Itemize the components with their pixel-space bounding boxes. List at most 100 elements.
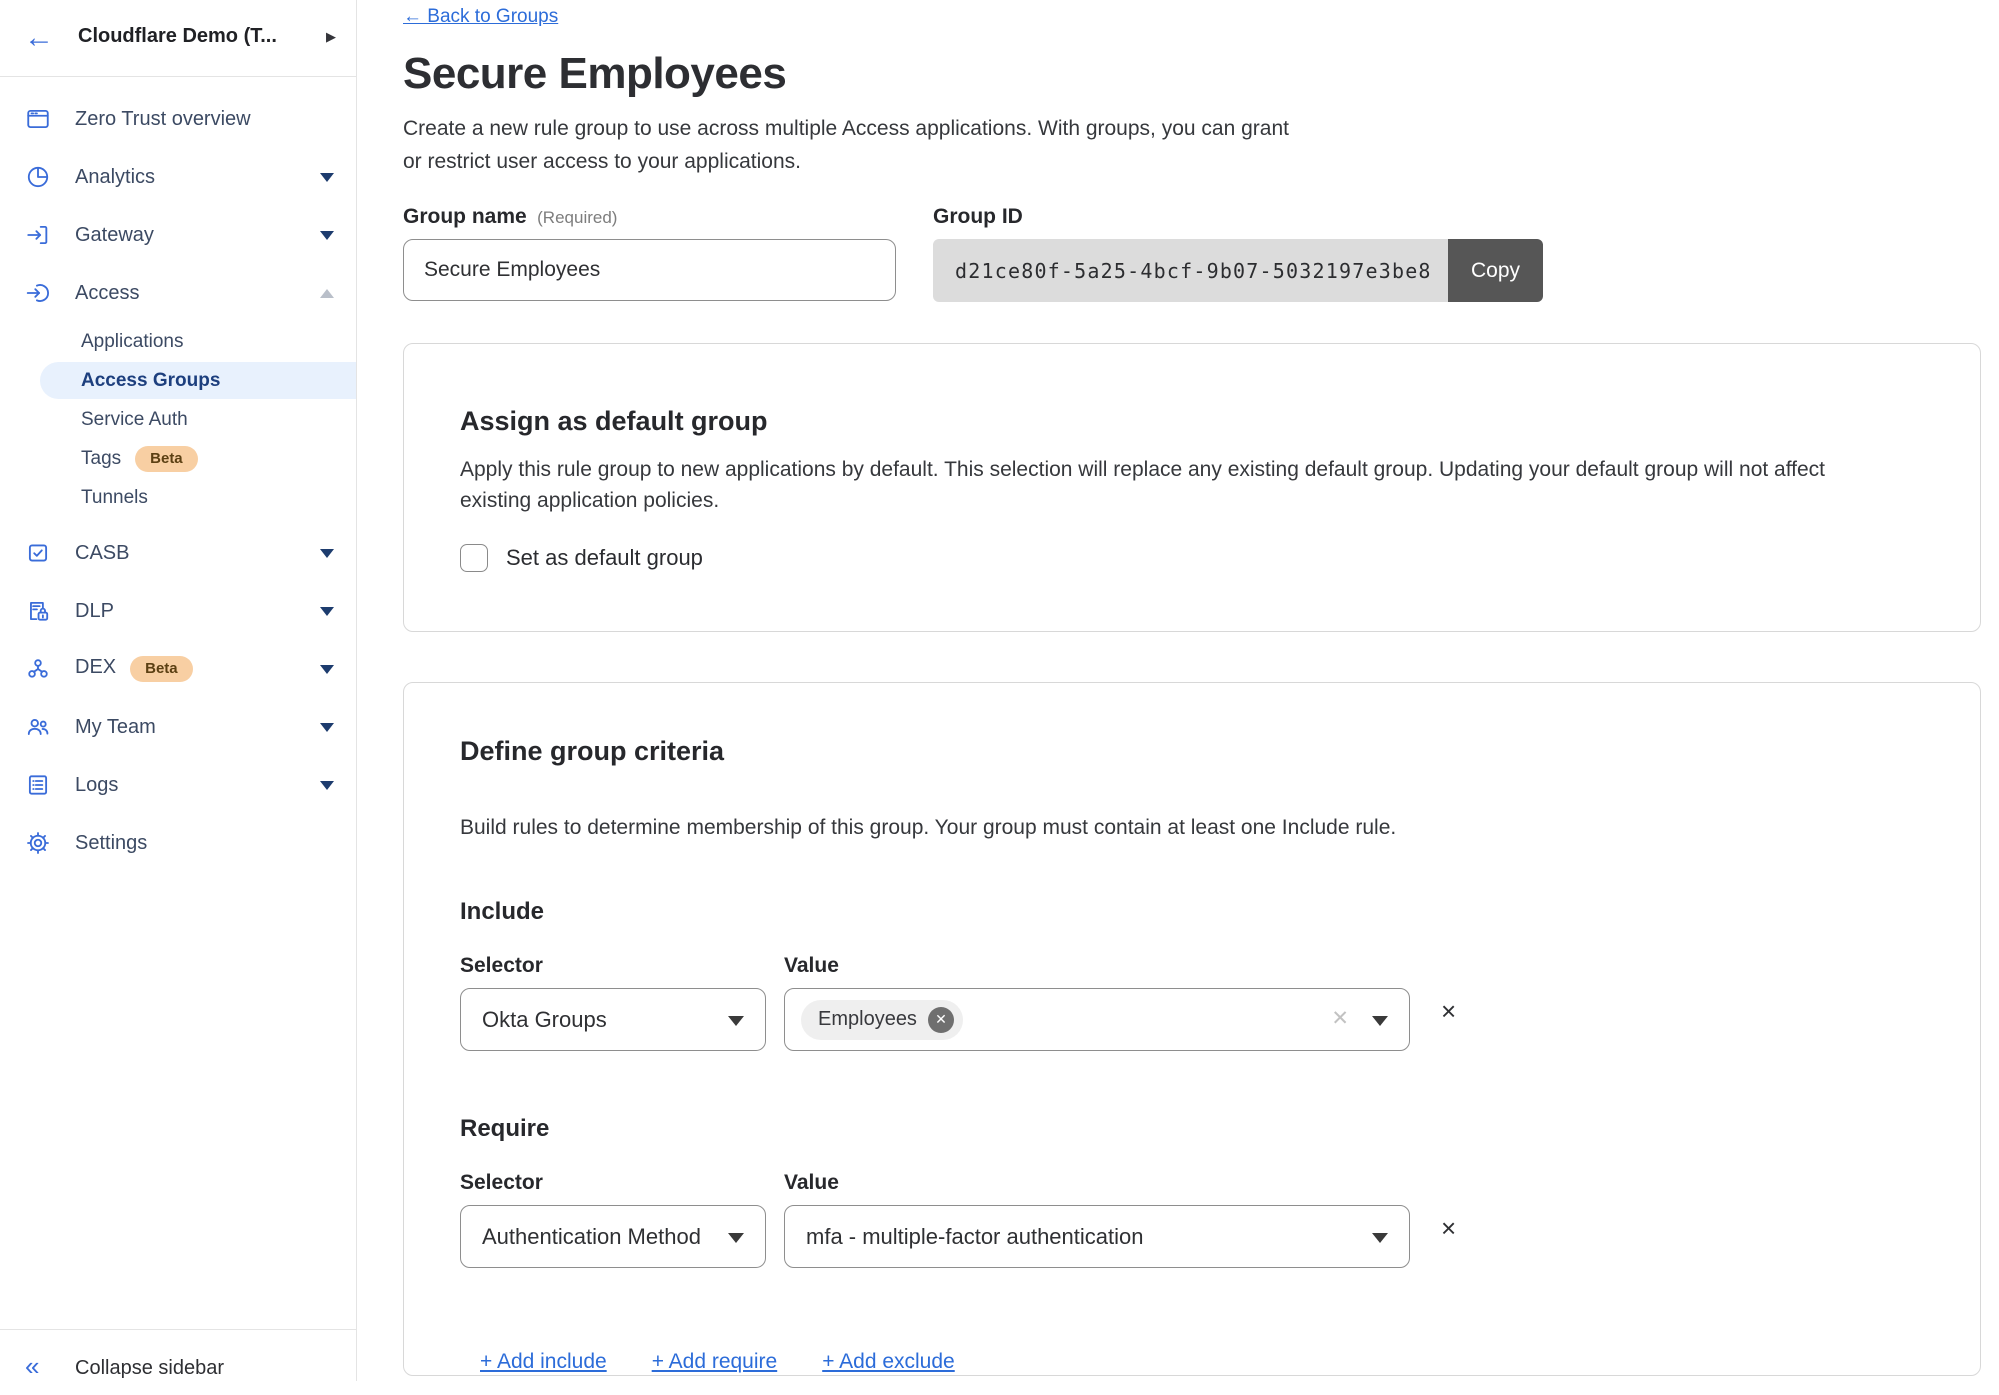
sidebar-item-label: DLP — [75, 600, 114, 623]
chevron-down-icon[interactable] — [320, 665, 334, 674]
account-title[interactable]: Cloudflare Demo (T... — [78, 25, 277, 48]
require-heading: Require — [460, 1115, 1924, 1143]
sidebar-item-access-groups[interactable]: Access Groups — [0, 361, 356, 400]
checkbox-label: Set as default group — [506, 545, 703, 571]
dex-icon — [25, 656, 51, 682]
sidebar-item-label: Gateway — [75, 224, 154, 247]
group-id-field: Group ID d21ce80f-5a25-4bcf-9b07-5032197… — [933, 205, 1543, 302]
card-title: Assign as default group — [460, 406, 1924, 436]
sidebar-subitem-label: Applications — [81, 331, 183, 353]
sidebar-item-analytics[interactable]: Analytics — [0, 148, 356, 206]
sidebar: ← Cloudflare Demo (T... ▶ Zero Trust ove… — [0, 0, 357, 1381]
group-id-value: d21ce80f-5a25-4bcf-9b07-5032197e3be8 — [933, 239, 1448, 302]
beta-badge: Beta — [130, 656, 193, 682]
required-hint: (Required) — [537, 208, 617, 227]
sidebar-item-tags[interactable]: TagsBeta — [0, 439, 356, 478]
sidebar-item-label: CASB — [75, 542, 129, 565]
team-icon — [25, 714, 51, 740]
define-group-criteria-card: Define group criteria Build rules to det… — [403, 682, 1981, 1376]
selected-option: mfa - multiple-factor authentication — [785, 1224, 1144, 1250]
gateway-icon — [25, 222, 51, 248]
require-value-dropdown[interactable]: mfa - multiple-factor authentication — [784, 1205, 1410, 1268]
sidebar-subitem-label: Tunnels — [81, 487, 148, 509]
require-rule-row: Authentication Method mfa - multiple-fac… — [460, 1205, 1924, 1268]
selected-option: Okta Groups — [461, 1007, 607, 1033]
include-rule-row: Okta Groups Employees ✕ ✕ × — [460, 988, 1924, 1051]
require-selector-dropdown[interactable]: Authentication Method — [460, 1205, 766, 1268]
chevron-down-icon[interactable] — [320, 723, 334, 732]
chevron-down-icon[interactable] — [320, 231, 334, 240]
chevron-down-icon[interactable] — [320, 607, 334, 616]
remove-include-rule-button[interactable]: × — [1441, 996, 1456, 1027]
value-label: Value — [784, 1171, 839, 1195]
sidebar-item-tunnels[interactable]: Tunnels — [0, 478, 356, 517]
clear-all-icon[interactable]: ✕ — [1331, 1006, 1349, 1031]
sidebar-item-settings[interactable]: Settings — [0, 814, 356, 872]
sidebar-item-zero-trust-overview[interactable]: Zero Trust overview — [0, 90, 356, 148]
remove-require-rule-button[interactable]: × — [1441, 1213, 1456, 1244]
sidebar-item-gateway[interactable]: Gateway — [0, 206, 356, 264]
sidebar-subitem-label: Service Auth — [81, 409, 188, 431]
arrow-left-icon[interactable]: ← — [24, 14, 54, 62]
sidebar-item-label: Access — [75, 282, 139, 305]
copy-button[interactable]: Copy — [1448, 239, 1543, 302]
sidebar-item-logs[interactable]: Logs — [0, 756, 356, 814]
chevron-down-icon — [1372, 1233, 1388, 1243]
include-selector-dropdown[interactable]: Okta Groups — [460, 988, 766, 1051]
sidebar-item-service-auth[interactable]: Service Auth — [0, 400, 356, 439]
collapse-sidebar-button[interactable]: « Collapse sidebar — [0, 1345, 356, 1395]
description-line: or restrict user access to your applicat… — [403, 145, 1289, 178]
dlp-icon — [25, 598, 51, 624]
chip-label: Employees — [818, 1008, 917, 1031]
chevron-down-icon[interactable] — [320, 549, 334, 558]
group-name-field: Group name (Required) — [403, 205, 896, 301]
default-group-checkbox[interactable] — [460, 544, 488, 572]
chevron-down-icon[interactable] — [320, 173, 334, 182]
group-id-label: Group ID — [933, 205, 1023, 228]
collapse-sidebar-label: Collapse sidebar — [75, 1357, 224, 1380]
add-include-link[interactable]: + Add include — [480, 1350, 607, 1374]
casb-icon — [25, 540, 51, 566]
sidebar-item-label: Logs — [75, 774, 118, 797]
include-labels: Selector Value — [460, 954, 1924, 978]
remove-chip-icon[interactable]: ✕ — [928, 1007, 954, 1033]
description-line: Create a new rule group to use across mu… — [403, 112, 1289, 145]
sidebar-item-label: DEXBeta — [75, 656, 193, 682]
value-chip: Employees ✕ — [801, 1000, 963, 1040]
sidebar-subitem-label: Tags — [81, 448, 121, 470]
chevron-down-icon — [728, 1233, 744, 1243]
sidebar-item-label: My Team — [75, 716, 156, 739]
add-exclude-link[interactable]: + Add exclude — [822, 1350, 955, 1374]
selected-option: Authentication Method — [461, 1224, 701, 1250]
main-content: ← Back to Groups Secure Employees Create… — [357, 0, 1999, 1381]
access-icon — [25, 280, 51, 306]
chevrons-left-icon: « — [25, 1351, 39, 1382]
overview-icon — [25, 106, 51, 132]
sidebar-item-access[interactable]: Access — [0, 264, 356, 322]
sidebar-subitem-label: Access Groups — [81, 370, 220, 392]
back-to-groups-link[interactable]: ← Back to Groups — [403, 6, 558, 28]
sidebar-item-applications[interactable]: Applications — [0, 322, 356, 361]
set-default-group-option[interactable]: Set as default group — [460, 544, 1924, 572]
chevron-down-icon — [728, 1016, 744, 1026]
sidebar-header: ← Cloudflare Demo (T... ▶ — [0, 0, 356, 77]
chevron-up-icon[interactable] — [320, 289, 334, 298]
sidebar-item-label: Zero Trust overview — [75, 108, 251, 131]
sidebar-item-dlp[interactable]: DLP — [0, 582, 356, 640]
sidebar-nav: Zero Trust overview Analytics Gateway Ac… — [0, 77, 356, 872]
selector-label: Selector — [460, 1171, 784, 1195]
sidebar-item-casb[interactable]: CASB — [0, 524, 356, 582]
page-description: Create a new rule group to use across mu… — [403, 112, 1289, 178]
group-name-input[interactable] — [403, 239, 896, 301]
chevron-down-icon[interactable] — [320, 781, 334, 790]
include-value-multiselect[interactable]: Employees ✕ ✕ — [784, 988, 1410, 1051]
add-require-link[interactable]: + Add require — [652, 1350, 778, 1374]
caret-right-icon[interactable]: ▶ — [326, 29, 336, 45]
sidebar-item-label: Analytics — [75, 166, 155, 189]
value-label: Value — [784, 954, 839, 978]
include-heading: Include — [460, 898, 1924, 926]
sidebar-item-dex[interactable]: DEXBeta — [0, 640, 356, 698]
chevron-down-icon — [1372, 1016, 1388, 1026]
assign-default-group-card: Assign as default group Apply this rule … — [403, 343, 1981, 632]
sidebar-item-my-team[interactable]: My Team — [0, 698, 356, 756]
